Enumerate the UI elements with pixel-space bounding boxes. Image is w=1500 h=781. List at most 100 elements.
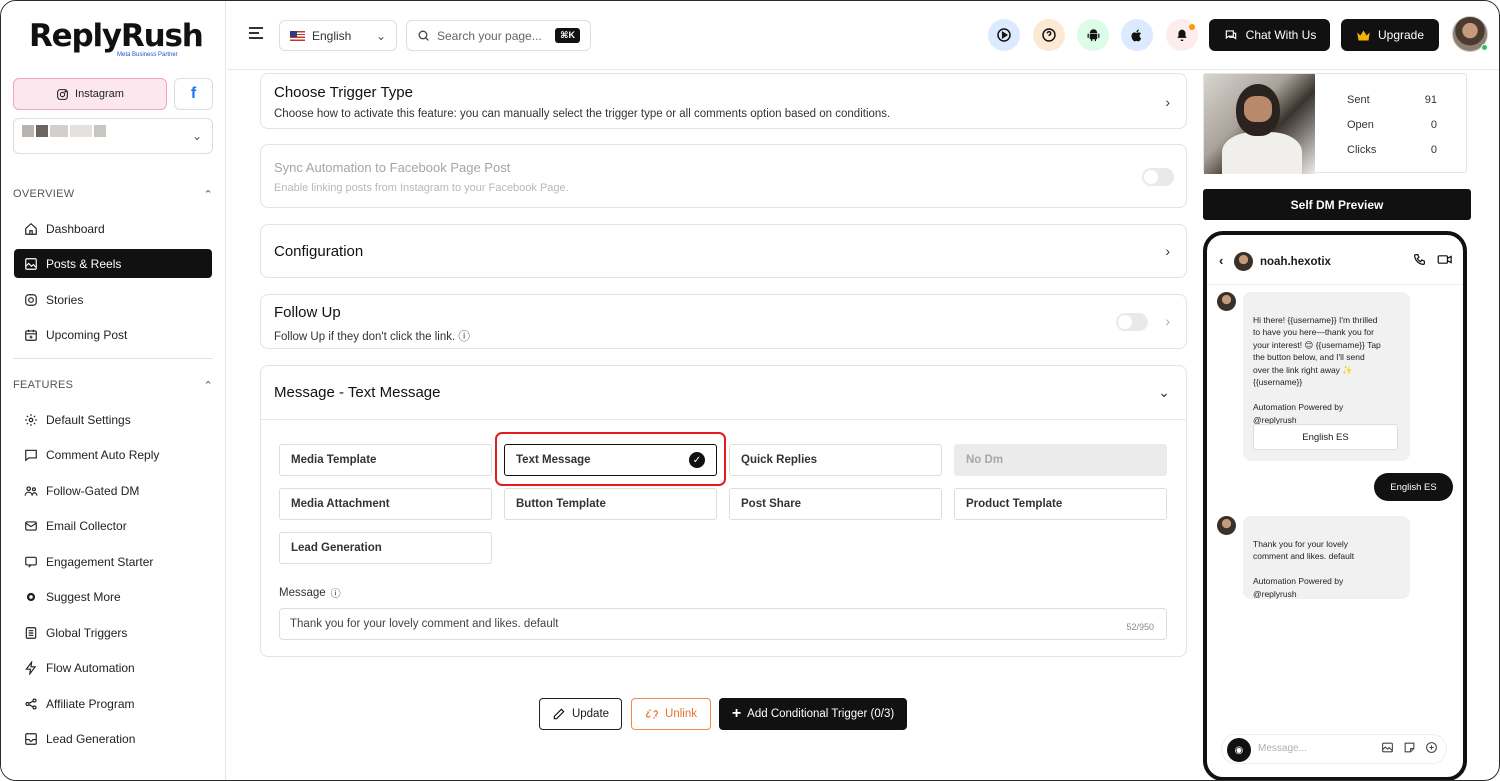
post-thumbnail[interactable] xyxy=(1204,74,1315,174)
message-card-divider xyxy=(261,419,1186,420)
sidebar-item-email-collector[interactable]: Email Collector xyxy=(14,511,212,540)
sidebar-item-lead-generation[interactable]: Lead Generation xyxy=(14,724,212,753)
option-media-template[interactable]: Media Template xyxy=(279,444,492,476)
back-icon[interactable]: ‹ xyxy=(1219,253,1223,268)
search-placeholder: Search your page... xyxy=(437,28,542,43)
dm-sent-reply: English ES xyxy=(1374,473,1453,501)
camera-icon[interactable]: ◉ xyxy=(1227,738,1251,762)
facebook-tab[interactable]: f xyxy=(174,78,213,110)
sync-toggle[interactable] xyxy=(1142,168,1174,186)
trigger-type-title: Choose Trigger Type xyxy=(274,84,413,101)
phone-icon[interactable] xyxy=(1413,253,1426,266)
sidebar-item-label: Comment Auto Reply xyxy=(46,447,160,462)
info-icon[interactable]: ⓘ xyxy=(458,331,470,343)
sidebar-item-label: Flow Automation xyxy=(46,660,135,675)
home-icon xyxy=(25,222,37,235)
self-dm-preview-button[interactable]: Self DM Preview xyxy=(1203,189,1471,220)
sidebar-item-affiliate-program[interactable]: Affiliate Program xyxy=(14,689,212,718)
account-selector[interactable]: ⌄ xyxy=(13,118,213,154)
share-icon xyxy=(25,697,37,710)
upgrade-button[interactable]: Upgrade xyxy=(1341,19,1439,51)
option-quick-replies[interactable]: Quick Replies xyxy=(729,444,942,476)
language-select[interactable]: English ⌄ xyxy=(279,20,397,51)
option-post-share[interactable]: Post Share xyxy=(729,488,942,520)
sidebar-item-follow-gated-dm[interactable]: Follow-Gated DM xyxy=(14,476,212,505)
android-app-button[interactable] xyxy=(1077,19,1109,51)
trigger-type-card[interactable]: Choose Trigger Type Choose how to activa… xyxy=(260,73,1187,129)
gear-icon xyxy=(25,413,37,426)
stat-label: Sent xyxy=(1347,94,1370,106)
sidebar-item-posts-reels[interactable]: Posts & Reels xyxy=(14,249,212,278)
chevron-down-icon[interactable]: ⌄ xyxy=(1158,384,1170,401)
follow-up-card[interactable]: Follow Up Follow Up if they don't click … xyxy=(260,294,1187,349)
sidebar-item-flow-automation[interactable]: Flow Automation xyxy=(14,653,212,682)
sidebar-item-label: Follow-Gated DM xyxy=(46,483,140,498)
add-conditional-trigger-button[interactable]: + Add Conditional Trigger (0/3) xyxy=(719,698,907,730)
bubble-text: Thank you for your lovely comment and li… xyxy=(1253,538,1355,599)
unlink-icon xyxy=(646,709,658,719)
sidebar-item-stories[interactable]: Stories xyxy=(14,285,212,314)
notifications-button[interactable] xyxy=(1166,19,1198,51)
option-button-template[interactable]: Button Template xyxy=(504,488,717,520)
follow-up-toggle[interactable] xyxy=(1116,313,1148,331)
message-field-label: Message ⓘ xyxy=(279,585,341,601)
stat-label: Open xyxy=(1347,119,1374,131)
sidebar-item-default-settings[interactable]: Default Settings xyxy=(14,405,212,434)
crown-icon xyxy=(1357,30,1370,40)
help-button[interactable] xyxy=(1033,19,1065,51)
comment-icon xyxy=(25,449,37,461)
unlink-button[interactable]: Unlink xyxy=(631,698,711,730)
us-flag-icon xyxy=(290,30,305,41)
upgrade-label: Upgrade xyxy=(1377,28,1425,42)
play-tutorial-button[interactable] xyxy=(988,19,1020,51)
sidebar: ReplyRush Meta Business Partner Instagra… xyxy=(1,1,226,780)
logo[interactable]: ReplyRush Meta Business Partner xyxy=(29,19,204,58)
online-status-dot xyxy=(1481,44,1488,51)
sidebar-item-global-triggers[interactable]: Global Triggers xyxy=(14,618,212,647)
instagram-tab[interactable]: Instagram xyxy=(13,78,167,110)
update-button[interactable]: Update xyxy=(539,698,622,730)
stat-clicks: Clicks 0 xyxy=(1347,144,1437,156)
configuration-card[interactable]: Configuration › xyxy=(260,224,1187,278)
info-icon[interactable]: ⓘ xyxy=(331,585,341,600)
sidebar-item-suggest-more[interactable]: Suggest More xyxy=(14,582,212,611)
menu-icon[interactable] xyxy=(249,27,263,42)
gallery-icon[interactable] xyxy=(1381,741,1394,754)
option-label: Lead Generation xyxy=(291,542,382,554)
bubble-text: Hi there! {{username}} I'm thrilled to h… xyxy=(1253,314,1381,425)
video-icon[interactable] xyxy=(1437,253,1453,266)
sidebar-item-dashboard[interactable]: Dashboard xyxy=(14,214,212,243)
add-circle-icon[interactable] xyxy=(1425,741,1438,754)
option-label: No Dm xyxy=(966,454,1004,466)
option-lead-generation[interactable]: Lead Generation xyxy=(279,532,492,564)
sent-reply-text: English ES xyxy=(1390,481,1437,493)
ios-app-button[interactable] xyxy=(1121,19,1153,51)
sidebar-item-upcoming-post[interactable]: Upcoming Post xyxy=(14,320,212,349)
sidebar-item-comment-auto-reply[interactable]: Comment Auto Reply xyxy=(14,440,212,469)
trigger-type-subtitle: Choose how to activate this feature: you… xyxy=(274,108,891,120)
app-window: ReplyRush Meta Business Partner Instagra… xyxy=(0,0,1500,781)
chevron-up-icon: ⌃ xyxy=(203,380,213,392)
option-product-template[interactable]: Product Template xyxy=(954,488,1167,520)
sticker-icon[interactable] xyxy=(1403,741,1416,754)
search-input[interactable]: Search your page... ⌘K xyxy=(406,20,591,51)
option-media-attachment[interactable]: Media Attachment xyxy=(279,488,492,520)
overview-section-header[interactable]: OVERVIEW ⌃ xyxy=(13,188,213,201)
dm-bubble-button[interactable]: English ES xyxy=(1253,424,1398,450)
chat-with-us-button[interactable]: Chat With Us xyxy=(1209,19,1330,51)
sidebar-item-engagement-starter[interactable]: Engagement Starter xyxy=(14,547,212,576)
message-textarea[interactable]: Thank you for your lovely comment and li… xyxy=(279,608,1167,640)
search-icon xyxy=(418,30,429,41)
sidebar-item-label: Global Triggers xyxy=(46,625,128,640)
sidebar-item-label: Posts & Reels xyxy=(46,256,122,271)
instagram-label: Instagram xyxy=(75,88,124,100)
stat-value: 0 xyxy=(1430,144,1437,156)
dm-message-input[interactable]: ◉ Message... xyxy=(1221,734,1447,764)
bolt-icon xyxy=(25,660,37,675)
main-content: Choose Trigger Type Choose how to activa… xyxy=(227,71,1197,780)
option-label: Media Attachment xyxy=(291,498,390,510)
sidebar-item-label: Default Settings xyxy=(46,412,131,427)
help-icon xyxy=(1042,28,1056,42)
sidebar-item-label: Suggest More xyxy=(46,589,121,604)
features-section-header[interactable]: FEATURES ⌃ xyxy=(13,379,213,392)
